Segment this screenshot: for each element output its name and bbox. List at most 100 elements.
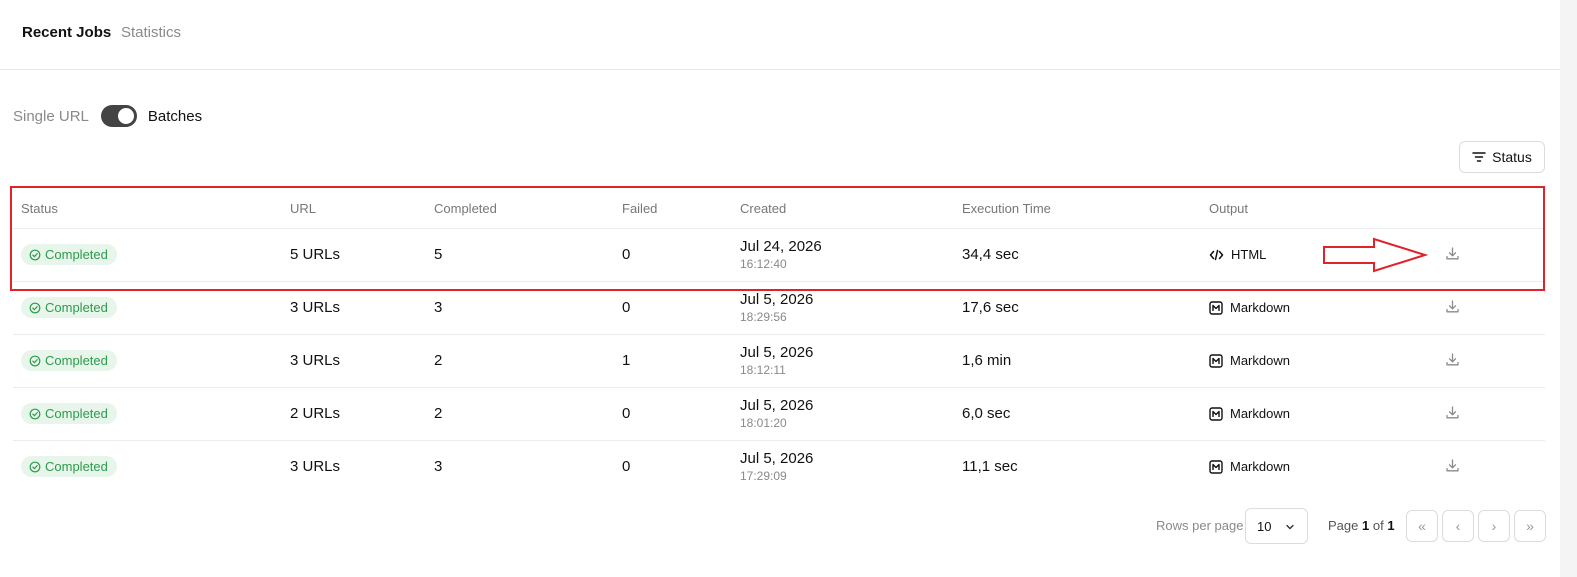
header-created: Created [740, 201, 787, 216]
rows-per-page-value: 10 [1257, 518, 1272, 534]
status-badge-label: Completed [45, 459, 108, 474]
completed-cell: 5 [434, 246, 443, 263]
created-date: Jul 5, 2026 [740, 344, 814, 361]
table-header: Status URL Completed Failed Created Exec… [13, 188, 1545, 229]
header-completed: Completed [434, 201, 497, 216]
status-cell: Completed [21, 456, 117, 477]
table-row[interactable]: Completed 3 URLs 2 1 Jul 5, 2026 18:12:11 1,6 … [13, 335, 1545, 388]
table-body: Completed 5 URLs 5 0 Jul 24, 2026 16:12:40 34,… [13, 229, 1545, 494]
code-icon [1209, 249, 1224, 261]
rows-per-page-select[interactable]: 10 [1245, 508, 1308, 544]
total-pages: 1 [1387, 518, 1395, 533]
created-cell: Jul 5, 2026 18:01:20 [740, 397, 813, 431]
page-of-label: of [1372, 518, 1384, 533]
check-circle-icon [29, 408, 41, 419]
status-badge: Completed [21, 456, 117, 477]
completed-cell: 2 [434, 405, 443, 422]
failed-cell: 0 [622, 458, 631, 475]
output-format-label: Markdown [1230, 353, 1290, 368]
last-page-button[interactable]: » [1514, 510, 1546, 542]
status-cell: Completed [21, 350, 117, 371]
table-row[interactable]: Completed 2 URLs 2 0 Jul 5, 2026 18:01:20 6,0 … [13, 388, 1545, 441]
execution-time-cell: 1,6 min [962, 352, 1012, 369]
tab-bar: Recent Jobs Statistics [0, 0, 1560, 70]
download-button[interactable] [1445, 405, 1460, 424]
completed-cell: 2 [434, 352, 443, 369]
download-button[interactable] [1445, 299, 1460, 318]
download-button[interactable] [1445, 352, 1460, 371]
page-scrollbar[interactable] [1560, 0, 1577, 577]
check-circle-icon [29, 355, 41, 366]
execution-time-cell: 17,6 sec [962, 299, 1019, 316]
status-cell: Completed [21, 244, 117, 265]
page-prefix: Page [1328, 518, 1359, 533]
toggle-label-single-url: Single URL [13, 107, 89, 125]
output-cell: Markdown [1209, 353, 1290, 368]
filter-icon [1472, 152, 1486, 162]
url-count-cell: 3 URLs [290, 299, 341, 316]
created-date: Jul 5, 2026 [740, 291, 814, 308]
previous-page-button[interactable]: ‹ [1442, 510, 1474, 542]
first-page-button[interactable]: « [1406, 510, 1438, 542]
page-indicator: Page 1 of 1 [1328, 518, 1395, 533]
jobs-table: Status URL Completed Failed Created Exec… [13, 188, 1545, 494]
created-date: Jul 5, 2026 [740, 397, 814, 414]
mode-toggle-row: Single URL Batches [13, 103, 202, 129]
failed-cell: 0 [622, 246, 631, 263]
download-icon [1446, 459, 1459, 472]
created-time: 16:12:40 [740, 257, 787, 271]
created-cell: Jul 5, 2026 18:12:11 [740, 344, 813, 378]
tab-statistics[interactable]: Statistics [121, 24, 181, 41]
output-format-label: Markdown [1230, 300, 1290, 315]
header-output: Output [1209, 201, 1249, 216]
status-badge: Completed [21, 297, 117, 318]
download-icon [1446, 406, 1459, 419]
check-circle-icon [29, 302, 41, 313]
markdown-icon [1209, 353, 1223, 368]
header-url: URL [290, 201, 317, 216]
url-count-cell: 3 URLs [290, 458, 341, 475]
status-badge-label: Completed [45, 300, 108, 315]
table-row[interactable]: Completed 5 URLs 5 0 Jul 24, 2026 16:12:40 34,… [13, 229, 1545, 282]
download-icon [1446, 300, 1459, 313]
failed-cell: 0 [622, 299, 631, 316]
annotation-arrow-icon [1323, 237, 1428, 273]
status-cell: Completed [21, 297, 117, 318]
toggle-knob [117, 108, 134, 124]
url-count-cell: 2 URLs [290, 405, 341, 422]
markdown-icon [1209, 459, 1223, 474]
status-badge-label: Completed [45, 406, 108, 421]
chevron-down-icon [1286, 524, 1294, 530]
output-format-label: HTML [1231, 247, 1267, 262]
tab-recent-jobs[interactable]: Recent Jobs [22, 24, 111, 41]
completed-cell: 3 [434, 299, 443, 316]
table-row[interactable]: Completed 3 URLs 3 0 Jul 5, 2026 18:29:56 17,6… [13, 282, 1545, 335]
rows-per-page-label: Rows per page [1156, 518, 1244, 533]
execution-time-cell: 34,4 sec [962, 246, 1019, 263]
url-count-cell: 3 URLs [290, 352, 341, 369]
execution-time-cell: 6,0 sec [962, 405, 1011, 422]
check-circle-icon [29, 461, 41, 472]
created-time: 18:12:11 [740, 363, 786, 377]
created-time: 18:29:56 [740, 310, 787, 324]
status-filter-label: Status [1492, 149, 1532, 165]
header-failed: Failed [622, 201, 658, 216]
output-cell: HTML [1209, 247, 1266, 262]
status-badge: Completed [21, 350, 117, 371]
created-time: 17:29:09 [740, 469, 787, 483]
failed-cell: 1 [622, 352, 631, 369]
created-time: 18:01:20 [740, 416, 787, 430]
download-button[interactable] [1445, 458, 1460, 477]
status-badge: Completed [21, 403, 117, 424]
table-row[interactable]: Completed 3 URLs 3 0 Jul 5, 2026 17:29:09 11,1… [13, 441, 1545, 494]
next-page-button[interactable]: › [1478, 510, 1510, 542]
status-filter-button[interactable]: Status [1459, 141, 1545, 173]
output-cell: Markdown [1209, 300, 1290, 315]
batches-toggle-switch[interactable] [100, 105, 137, 127]
status-cell: Completed [21, 403, 117, 424]
download-button[interactable] [1445, 246, 1460, 265]
header-status: Status [21, 201, 58, 216]
header-execution-time: Execution Time [962, 201, 1051, 216]
created-date: Jul 24, 2026 [740, 238, 822, 255]
output-cell: Markdown [1209, 459, 1290, 474]
